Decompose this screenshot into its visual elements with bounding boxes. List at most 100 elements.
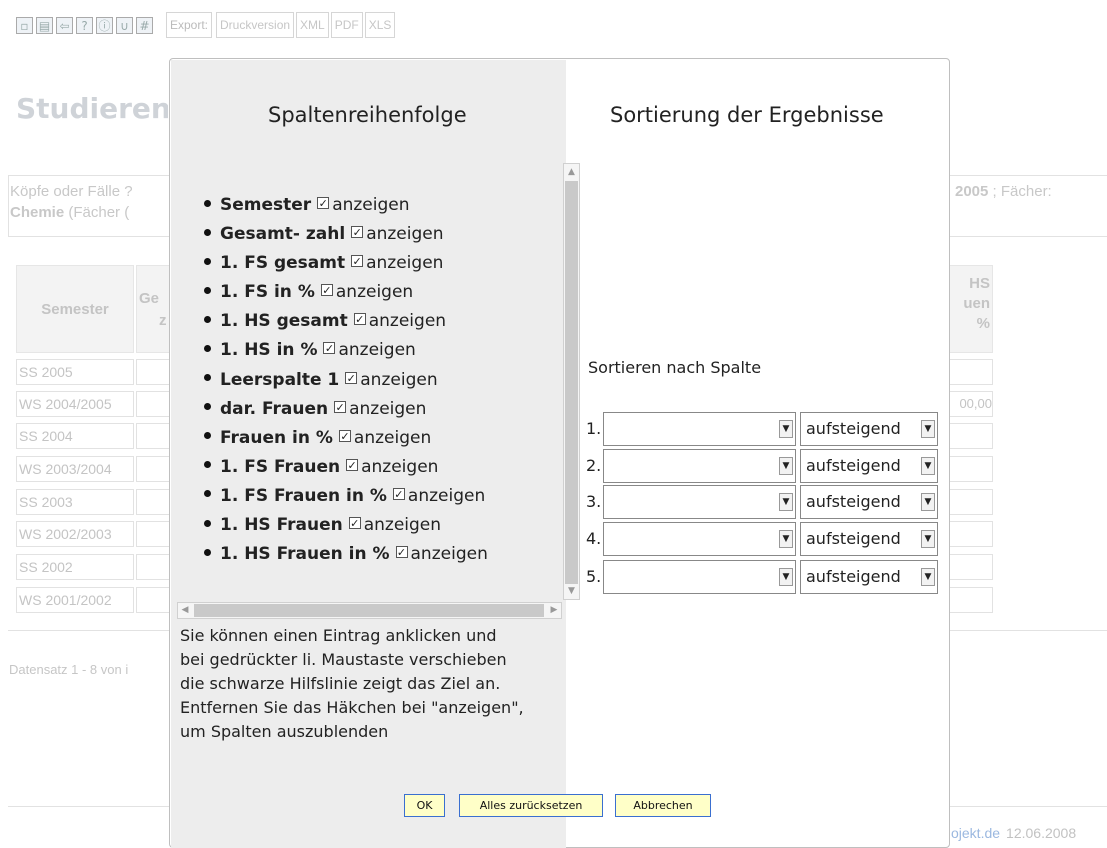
show-checkbox[interactable]: ✓	[320, 284, 333, 297]
scrollbar-thumb[interactable]	[565, 181, 578, 584]
scroll-up-icon[interactable]: ▲	[566, 166, 577, 178]
ok-button[interactable]: OK	[404, 794, 445, 817]
column-list-item[interactable]: 1. HS gesamt ✓ anzeigen	[204, 307, 488, 336]
column-list-item[interactable]: 1. FS Frauen ✓ anzeigen	[204, 453, 488, 482]
footer-link[interactable]: ojekt.de	[951, 825, 1000, 841]
sort-direction-select-5[interactable]: aufsteigend ▼	[800, 560, 938, 594]
chevron-down-icon[interactable]: ▼	[921, 457, 935, 475]
sort-direction-value: aufsteigend	[806, 419, 901, 438]
grid-icon[interactable]: #	[136, 16, 153, 34]
table-cell	[136, 587, 170, 613]
column-settings-dialog: Spaltenreihenfolge Sortierung der Ergebn…	[169, 58, 950, 848]
table-header-col2-line2: z	[159, 312, 167, 329]
chevron-down-icon[interactable]: ▼	[921, 493, 935, 511]
toolbar: ▫ ▤ ⇦ ? ⓘ ∪ # Export: Druckversion XML P…	[16, 12, 397, 38]
sort-row-5: 5. ▼ aufsteigend ▼	[586, 560, 942, 594]
column-list-item[interactable]: 1. HS Frauen in % ✓ anzeigen	[204, 540, 488, 569]
sort-column-select-5[interactable]: ▼	[603, 560, 796, 594]
bullet-icon	[204, 374, 211, 382]
sort-row-number: 4.	[586, 529, 602, 548]
sort-row-number: 1.	[586, 419, 602, 438]
export-xml-link[interactable]: XML	[296, 12, 329, 38]
table-header-semester[interactable]: Semester	[16, 265, 134, 353]
chevron-down-icon[interactable]: ▼	[779, 457, 793, 475]
column-name: 1. HS gesamt	[220, 311, 348, 332]
chevron-down-icon[interactable]: ▼	[921, 420, 935, 438]
horizontal-scrollbar[interactable]: ◀ ▶	[177, 602, 562, 619]
sort-column-select-2[interactable]: ▼	[603, 449, 796, 483]
chevron-down-icon[interactable]: ▼	[921, 568, 935, 586]
bullet-icon	[204, 228, 211, 236]
save-icon[interactable]: ▫	[16, 16, 33, 34]
attachment-icon[interactable]: ∪	[116, 16, 133, 34]
sort-direction-value: aufsteigend	[806, 529, 901, 548]
table-header-hs-frauen-pct[interactable]: HS uen %	[949, 265, 993, 353]
show-checkbox[interactable]: ✓	[323, 342, 336, 355]
chevron-down-icon[interactable]: ▼	[779, 420, 793, 438]
show-checkbox[interactable]: ✓	[351, 226, 364, 239]
show-checkbox[interactable]: ✓	[345, 371, 358, 384]
sort-column-select-4[interactable]: ▼	[603, 522, 796, 556]
sort-direction-select-1[interactable]: aufsteigend ▼	[800, 412, 938, 446]
export-druckversion-link[interactable]: Druckversion	[216, 12, 295, 38]
column-list-item[interactable]: Frauen in % ✓ anzeigen	[204, 424, 488, 453]
sort-direction-select-2[interactable]: aufsteigend ▼	[800, 449, 938, 483]
column-list-item[interactable]: Semester ✓ anzeigen	[204, 191, 488, 220]
show-checkbox[interactable]: ✓	[317, 197, 330, 209]
column-list-item[interactable]: 1. FS gesamt ✓ anzeigen	[204, 249, 488, 278]
chevron-down-icon[interactable]: ▼	[779, 493, 793, 511]
sort-direction-select-4[interactable]: aufsteigend ▼	[800, 522, 938, 556]
help-icon[interactable]: ?	[76, 16, 93, 34]
sort-column-select-3[interactable]: ▼	[603, 485, 796, 519]
table-header-gesamtzahl[interactable]: Ge z	[136, 265, 170, 353]
show-checkbox[interactable]: ✓	[392, 487, 405, 500]
sort-row-2: 2. ▼ aufsteigend ▼	[586, 449, 942, 483]
footer-date: 12.06.2008	[1006, 825, 1077, 841]
scrollbar-thumb[interactable]	[194, 604, 544, 617]
bullet-icon	[204, 257, 211, 265]
sort-direction-value: aufsteigend	[806, 567, 901, 586]
show-checkbox[interactable]: ✓	[338, 429, 351, 442]
scroll-left-icon[interactable]: ◀	[179, 604, 191, 617]
sort-direction-select-3[interactable]: aufsteigend ▼	[800, 485, 938, 519]
filter-right-rest: ; Fächer:	[988, 183, 1052, 200]
sort-column-select-1[interactable]: ▼	[603, 412, 796, 446]
show-checkbox[interactable]: ✓	[353, 313, 366, 326]
show-checkbox[interactable]: ✓	[334, 400, 347, 413]
sort-row-4: 4. ▼ aufsteigend ▼	[586, 522, 942, 556]
column-list-item[interactable]: 1. HS in % ✓ anzeigen	[204, 336, 488, 365]
export-pdf-link[interactable]: PDF	[330, 12, 363, 38]
export-xls-link[interactable]: XLS	[364, 12, 396, 38]
back-icon[interactable]: ⇦	[56, 16, 73, 34]
table-header-col2-line1: Ge	[139, 290, 160, 307]
reset-all-button[interactable]: Alles zurücksetzen	[459, 794, 603, 817]
table-cell	[949, 587, 993, 613]
column-list-item[interactable]: 1. FS Frauen in % ✓ anzeigen	[204, 482, 488, 511]
show-checkbox[interactable]: ✓	[395, 546, 408, 559]
column-list-item[interactable]: 1. FS in % ✓ anzeigen	[204, 278, 488, 307]
scroll-down-icon[interactable]: ▼	[566, 585, 577, 597]
chevron-down-icon[interactable]: ▼	[779, 530, 793, 548]
vertical-scrollbar[interactable]: ▲ ▼	[563, 163, 580, 600]
column-list-item[interactable]: 1. HS Frauen ✓ anzeigen	[204, 511, 488, 540]
info-icon[interactable]: ⓘ	[96, 16, 113, 34]
show-checkbox[interactable]: ✓	[351, 255, 364, 268]
chevron-down-icon[interactable]: ▼	[779, 568, 793, 586]
cancel-button[interactable]: Abbrechen	[615, 794, 711, 817]
show-label: anzeigen	[360, 369, 438, 390]
column-list-item[interactable]: Leerspalte 1 ✓ anzeigen	[204, 366, 488, 395]
table-row: SS 2003	[16, 489, 134, 515]
table-cell	[136, 489, 170, 515]
show-checkbox[interactable]: ✓	[348, 517, 361, 530]
table-cell	[949, 489, 993, 515]
scroll-right-icon[interactable]: ▶	[548, 604, 560, 617]
bullet-icon	[204, 315, 211, 323]
table-cell	[949, 423, 993, 449]
table-row: SS 2004	[16, 423, 134, 449]
column-list-item[interactable]: Gesamt- zahl ✓ anzeigen	[204, 220, 488, 249]
show-checkbox[interactable]: ✓	[346, 458, 359, 471]
print-icon[interactable]: ▤	[36, 16, 53, 34]
chevron-down-icon[interactable]: ▼	[921, 530, 935, 548]
table-row: SS 2005	[16, 359, 134, 385]
column-list-item[interactable]: dar. Frauen ✓ anzeigen	[204, 395, 488, 424]
